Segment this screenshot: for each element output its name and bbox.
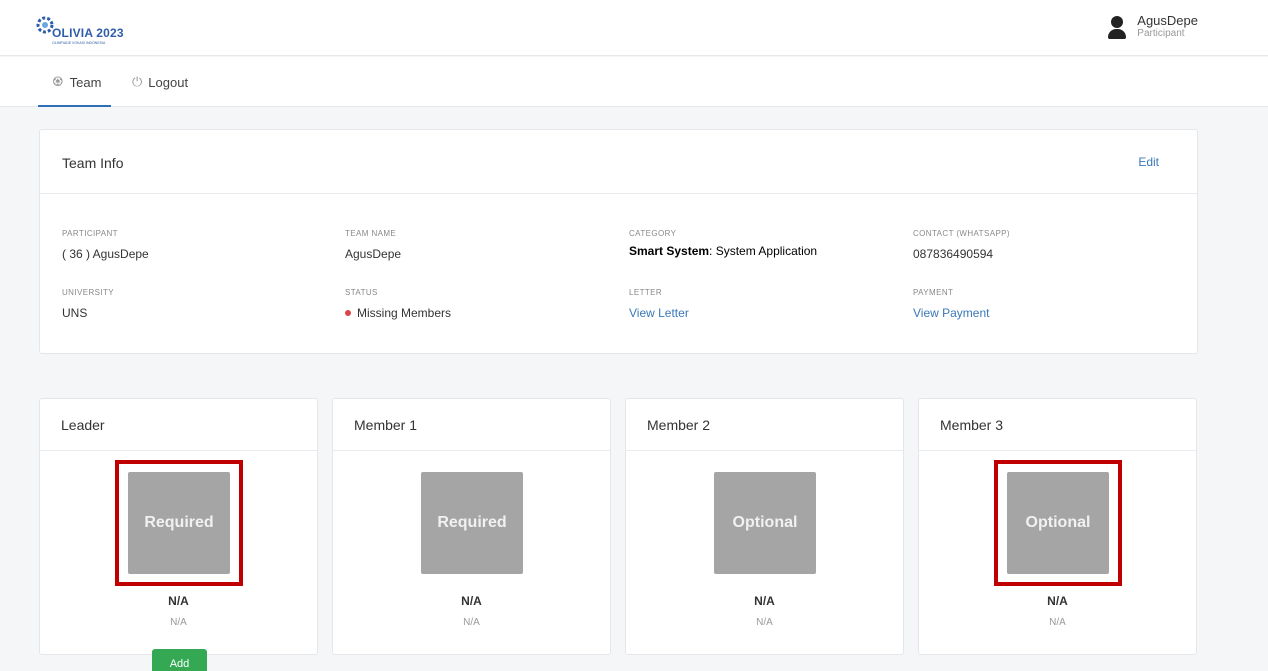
category-value: Smart System: System Application — [629, 244, 817, 258]
nav-team-label: Team — [69, 74, 102, 90]
leader-name: N/A — [168, 594, 189, 608]
category-subtype: : System Application — [709, 244, 818, 258]
main-nav: ♼ Team ⏻ Logout — [0, 57, 1268, 107]
member-3-title: Member 3 — [940, 417, 1004, 433]
team-icon: ♼ — [52, 74, 64, 89]
team-info-card: Team Info Edit PARTICIPANT ( 36 ) AgusDe… — [39, 129, 1198, 354]
view-payment-link[interactable]: View Payment — [913, 306, 989, 320]
status-value: Missing Members — [345, 306, 451, 320]
olivia-logo[interactable]: OLIVIA 2023 OLIMPIADE VOKASI INDONESIA — [34, 14, 134, 46]
category-label: CATEGORY — [629, 229, 677, 238]
top-bar: OLIVIA 2023 OLIMPIADE VOKASI INDONESIA A… — [0, 0, 1268, 56]
view-letter-link[interactable]: View Letter — [629, 306, 689, 320]
logo-text: OLIVIA 2023 — [52, 26, 124, 40]
contact-field: CONTACT (WHATSAPP) 087836490594 — [913, 229, 1010, 261]
member-2-card: Member 2 Optional N/A N/A — [625, 398, 904, 655]
member-2-name: N/A — [754, 594, 775, 608]
member-3-card: Member 3 Optional N/A N/A — [918, 398, 1197, 655]
leader-sub: N/A — [170, 617, 187, 628]
highlight-box — [115, 460, 243, 586]
university-value: UNS — [62, 306, 88, 320]
university-label: UNIVERSITY — [62, 288, 115, 297]
team-name-label: TEAM NAME — [345, 229, 397, 238]
power-icon: ⏻ — [132, 74, 143, 89]
member-2-card-header: Member 2 — [626, 399, 903, 451]
member-2-photo-placeholder: Optional — [714, 472, 816, 574]
status-text: Missing Members — [357, 306, 452, 320]
member-2-title: Member 2 — [647, 417, 711, 433]
add-member-button[interactable]: Add — [152, 649, 207, 671]
team-info-title: Team Info — [62, 155, 124, 171]
logo-subtitle: OLIMPIADE VOKASI INDONESIA — [52, 41, 106, 45]
status-label: STATUS — [345, 288, 378, 297]
category-name: Smart System — [629, 244, 710, 258]
member-2-sub: N/A — [756, 617, 773, 628]
letter-field: LETTER View Letter — [629, 288, 689, 320]
member-1-title: Member 1 — [354, 417, 418, 433]
participant-value: ( 36 ) AgusDepe — [62, 247, 149, 261]
member-1-sub: N/A — [463, 617, 480, 628]
member-1-card-header: Member 1 — [333, 399, 610, 451]
payment-field: PAYMENT View Payment — [913, 288, 989, 320]
status-field: STATUS Missing Members — [345, 288, 451, 320]
user-role: Participant — [1137, 28, 1185, 39]
member-1-photo-placeholder: Required — [421, 472, 523, 574]
leader-card-header: Leader — [40, 399, 317, 451]
letter-label: LETTER — [629, 288, 663, 297]
highlight-box — [994, 460, 1122, 586]
leader-title: Leader — [61, 417, 105, 433]
payment-label: PAYMENT — [913, 288, 954, 297]
member-3-name: N/A — [1047, 594, 1068, 608]
member-3-sub: N/A — [1049, 617, 1066, 628]
nav-logout-tab[interactable]: ⏻ Logout — [132, 57, 188, 107]
user-icon — [1107, 14, 1127, 40]
member-1-card: Member 1 Required N/A N/A — [332, 398, 611, 655]
status-dot — [345, 310, 351, 316]
participant-field: PARTICIPANT ( 36 ) AgusDepe — [62, 229, 149, 261]
team-name-field: TEAM NAME AgusDepe — [345, 229, 401, 261]
category-field: CATEGORY Smart System: System Applicatio… — [629, 229, 817, 258]
contact-label: CONTACT (WHATSAPP) — [913, 229, 1010, 238]
user-menu[interactable]: AgusDepe Participant — [1107, 14, 1198, 40]
nav-team-tab[interactable]: ♼ Team — [37, 57, 113, 107]
contact-value: 087836490594 — [913, 247, 994, 261]
edit-link[interactable]: Edit — [1138, 155, 1159, 169]
leader-card: Leader Required N/A N/A Add — [39, 398, 318, 671]
university-field: UNIVERSITY UNS — [62, 288, 114, 320]
nav-logout-label: Logout — [148, 74, 189, 90]
team-name-value: AgusDepe — [345, 247, 402, 261]
user-name: AgusDepe — [1137, 13, 1198, 28]
member-3-card-header: Member 3 — [919, 399, 1196, 451]
member-1-name: N/A — [461, 594, 482, 608]
team-info-header: Team Info Edit — [40, 130, 1197, 194]
participant-label: PARTICIPANT — [62, 229, 118, 238]
